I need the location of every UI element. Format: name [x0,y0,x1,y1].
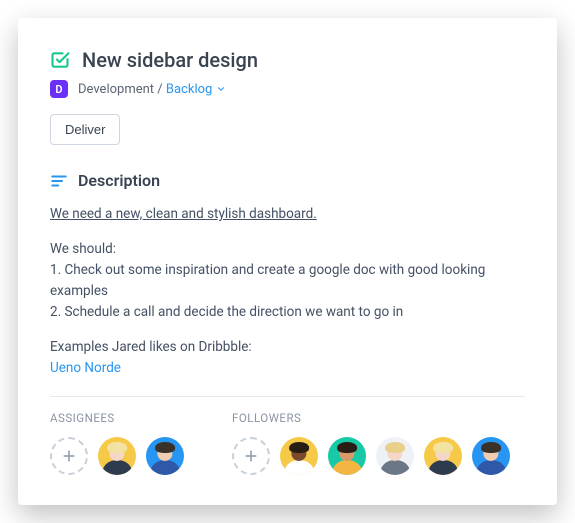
follower-avatar[interactable] [328,437,366,475]
breadcrumb-text: Development / Backlog [78,82,226,97]
people-row: ASSIGNEES FOLLOWERS [50,411,525,475]
description-body: We need a new, clean and stylish dashboa… [50,204,525,378]
task-card: New sidebar design D Development / Backl… [18,18,557,505]
breadcrumb-separator: / [154,82,166,97]
assignee-avatar[interactable] [146,437,184,475]
examples-label: Examples Jared likes on Dribbble: [50,339,252,355]
description-step1: 1. Check out some inspiration and create… [50,262,485,299]
assignees-avatars [50,437,184,475]
assignee-avatar[interactable] [98,437,136,475]
status-dropdown[interactable]: Backlog [166,82,226,97]
follower-avatar[interactable] [424,437,462,475]
follower-avatar[interactable] [376,437,414,475]
description-title: Description [78,171,160,190]
plus-icon [244,449,258,463]
chevron-down-icon [216,84,226,94]
description-step2: 2. Schedule a call and decide the direct… [50,304,403,320]
add-assignee-button[interactable] [50,437,88,475]
follower-avatar[interactable] [472,437,510,475]
project-name[interactable]: Development [78,82,154,97]
description-examples: Examples Jared likes on Dribbble: Ueno N… [50,337,525,379]
project-badge[interactable]: D [50,80,68,98]
description-intro: We should: [50,241,116,257]
description-header: Description [50,171,525,190]
title-row: New sidebar design [50,48,525,72]
example-link[interactable]: Ueno Norde [50,360,121,376]
description-lead: We need a new, clean and stylish dashboa… [50,204,525,225]
breadcrumb: D Development / Backlog [50,80,525,98]
plus-icon [62,449,76,463]
followers-section: FOLLOWERS [232,411,510,475]
divider [50,396,525,397]
description-paragraph: We should: 1. Check out some inspiration… [50,239,525,323]
followers-label: FOLLOWERS [232,411,510,425]
followers-avatars [232,437,510,475]
assignees-label: ASSIGNEES [50,411,184,425]
assignees-section: ASSIGNEES [50,411,184,475]
deliver-button[interactable]: Deliver [50,114,120,145]
task-check-icon [50,50,70,70]
task-title: New sidebar design [82,48,258,72]
description-icon [50,172,68,190]
follower-avatar[interactable] [280,437,318,475]
add-follower-button[interactable] [232,437,270,475]
status-label: Backlog [166,82,212,97]
